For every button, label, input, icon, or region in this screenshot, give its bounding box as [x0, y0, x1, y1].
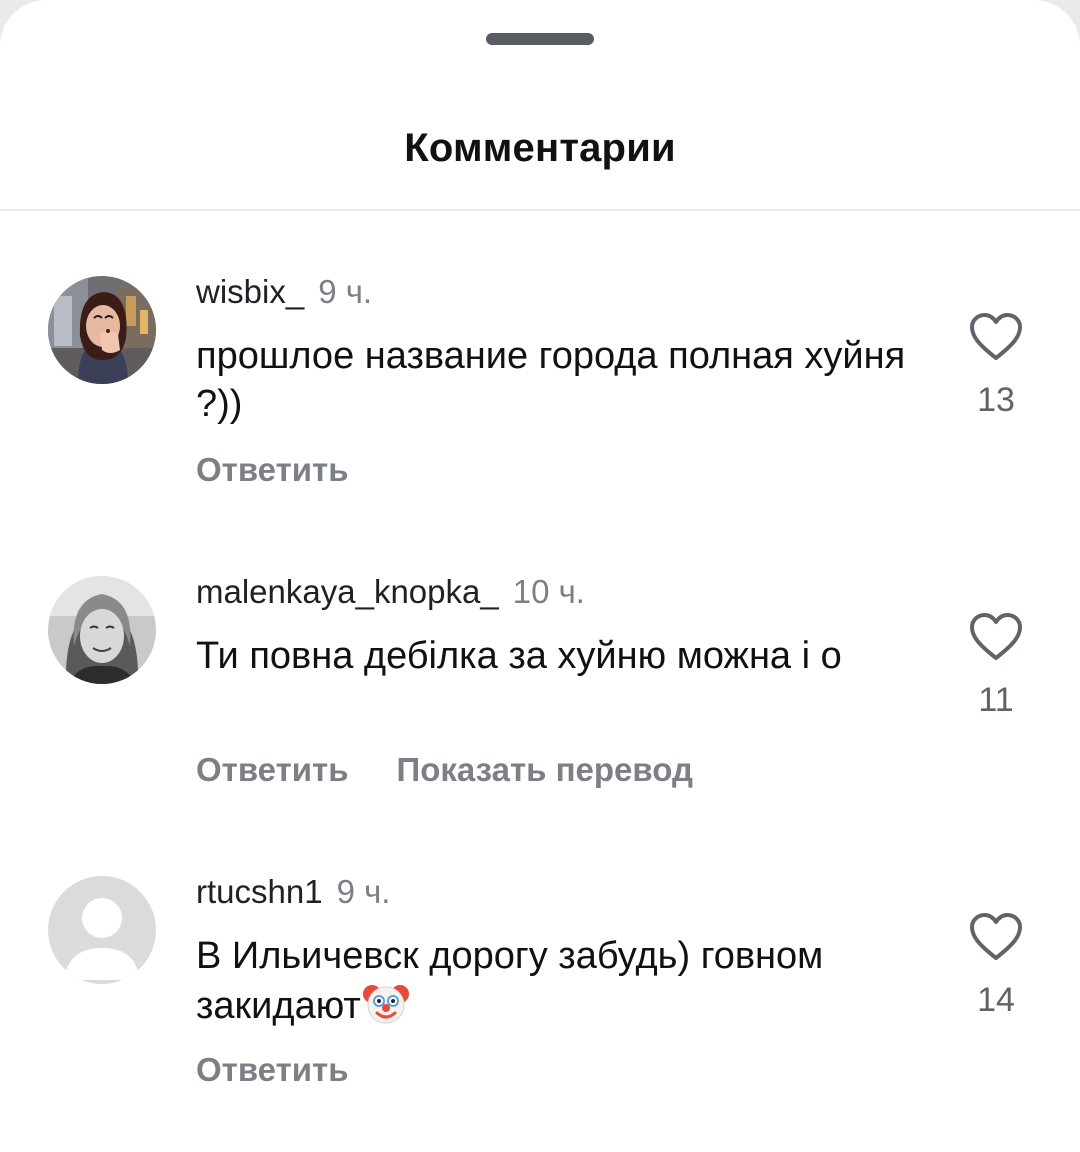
comment-username[interactable]: wisbix_ [196, 273, 304, 310]
comment-meta: wisbix_ 9 ч. [196, 272, 372, 312]
comment-text: В Ильичевск дорогу забудь) говном закида… [196, 932, 906, 1030]
comment-actions: Ответить [196, 1050, 349, 1090]
comment-actions: Ответить [196, 450, 349, 490]
like-button[interactable] [968, 612, 1024, 662]
like-count: 14 [977, 981, 1015, 1019]
sheet-title: Комментарии [404, 126, 676, 170]
reply-button[interactable]: Ответить [196, 1051, 349, 1088]
comment-time: 9 ч. [336, 873, 391, 910]
comment-time: 9 ч. [318, 273, 373, 310]
comment-username[interactable]: malenkaya_knopka_ [196, 573, 499, 610]
comment-text-body: В Ильичевск дорогу забудь) говном закида… [196, 935, 824, 1027]
comment-item: malenkaya_knopka_ 10 ч. Ти повна дебілка … [0, 570, 1080, 830]
like-count: 13 [977, 381, 1015, 419]
clown-emoji-icon [362, 980, 409, 1026]
comment-text: прошлое название города полная хуйня ?)) [196, 335, 906, 425]
photo-woman-covering-face-icon [48, 276, 156, 384]
comment-actions: Ответить Показать перевод [196, 750, 693, 790]
comment-meta: rtucshn1 9 ч. [196, 872, 390, 912]
heart-icon [970, 613, 1022, 660]
avatar[interactable] [48, 276, 156, 384]
reply-button[interactable]: Ответить [196, 451, 349, 488]
heart-icon [970, 313, 1022, 360]
like-count: 11 [978, 681, 1014, 719]
drag-handle[interactable] [486, 33, 594, 45]
comment-item: rtucshn1 9 ч. В Ильичевск дорогу забудь) … [0, 870, 1080, 1130]
header-divider [0, 209, 1080, 211]
like-button[interactable] [968, 312, 1024, 362]
avatar[interactable] [48, 576, 156, 684]
comment-time: 10 ч. [512, 573, 585, 610]
comments-sheet: Комментарии wisbix_ 9 ч. прошлое названи… [0, 0, 1080, 1152]
reply-button[interactable]: Ответить [196, 751, 349, 788]
comment-text: Ти повна дебілка за хуйню можна і о [196, 635, 842, 677]
comment-meta: malenkaya_knopka_ 10 ч. [196, 572, 585, 612]
like-button[interactable] [968, 912, 1024, 962]
default-user-icon [48, 876, 156, 984]
show-translation-button[interactable]: Показать перевод [397, 751, 693, 788]
photo-woman-smiling-bw-icon [48, 576, 156, 684]
comment-item: wisbix_ 9 ч. прошлое название города полн… [0, 270, 1080, 530]
avatar[interactable] [48, 876, 156, 984]
heart-icon [970, 913, 1022, 960]
comment-username[interactable]: rtucshn1 [196, 873, 323, 910]
